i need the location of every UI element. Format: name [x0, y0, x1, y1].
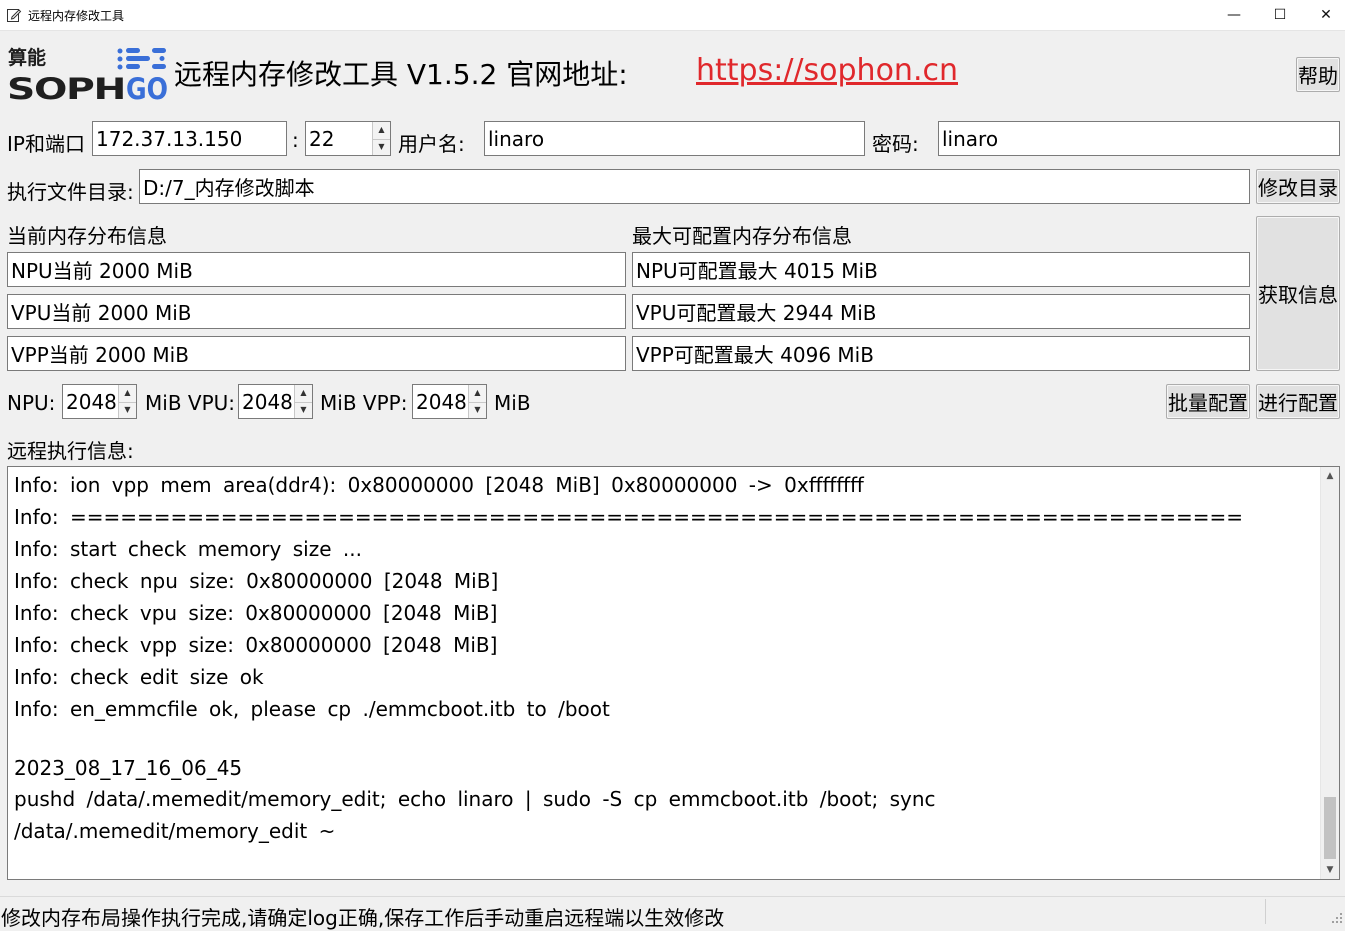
log-line: 2023_08_17_16_06_45 — [14, 756, 243, 780]
port-stepper[interactable]: 22 ▲ ▼ — [305, 121, 391, 156]
svg-text:GO: GO — [126, 72, 168, 102]
directory-input[interactable]: D:/7_内存修改脚本 — [139, 169, 1250, 204]
website-link[interactable]: https://sophon.cn — [696, 53, 958, 88]
svg-text:算能: 算能 — [8, 46, 46, 69]
current-memory-heading: 当前内存分布信息 — [7, 224, 167, 248]
vpu-stepper[interactable]: 2048 ▲ ▼ — [238, 384, 313, 419]
log-line: Info: check npu size: 0x80000000 [2048 M… — [14, 569, 499, 593]
scroll-down-icon[interactable]: ▼ — [1321, 861, 1339, 879]
directory-label: 执行文件目录: — [7, 180, 134, 204]
log-scrollbar[interactable]: ▲ ▼ — [1320, 467, 1339, 879]
title-bar: 远程内存修改工具 — ☐ ✕ — [0, 0, 1345, 31]
max-vpu-field: VPU可配置最大 2944 MiB — [632, 294, 1250, 329]
edit-icon — [7, 9, 22, 22]
close-button[interactable]: ✕ — [1303, 0, 1345, 30]
apply-config-button[interactable]: 进行配置 — [1256, 384, 1340, 419]
status-message: 修改内存布局操作执行完成,请确定log正确,保存工作后手动重启远程端以生效修改 — [1, 906, 725, 930]
vpu-config-label: MiB VPU: — [145, 391, 236, 415]
current-vpp-field: VPP当前 2000 MiB — [7, 336, 626, 371]
log-line: pushd /data/.memedit/memory_edit; echo l… — [14, 787, 936, 811]
port-value: 22 — [309, 126, 335, 151]
change-directory-button[interactable]: 修改目录 — [1256, 169, 1340, 204]
minimize-button[interactable]: — — [1211, 0, 1257, 30]
spin-up-icon[interactable]: ▲ — [119, 385, 136, 403]
status-bar: 修改内存布局操作执行完成,请确定log正确,保存工作后手动重启远程端以生效修改 — [0, 896, 1345, 930]
get-info-button[interactable]: 获取信息 — [1256, 216, 1340, 371]
batch-config-button[interactable]: 批量配置 — [1166, 384, 1250, 419]
port-colon: : — [292, 128, 299, 152]
vpp-config-label: MiB VPP: — [320, 391, 408, 415]
max-npu-field: NPU可配置最大 4015 MiB — [632, 252, 1250, 287]
log-output[interactable]: Info: ion vpp mem area(ddr4): 0x80000000… — [7, 466, 1340, 880]
ip-port-label: IP和端口 — [7, 132, 85, 156]
vpp-unit-label: MiB — [494, 391, 531, 415]
spin-down-icon[interactable]: ▼ — [295, 402, 312, 419]
npu-config-label: NPU: — [7, 391, 56, 415]
log-heading: 远程执行信息: — [7, 439, 134, 463]
spin-down-icon[interactable]: ▼ — [119, 402, 136, 419]
log-line: Info: check vpu size: 0x80000000 [2048 M… — [14, 601, 498, 625]
password-input[interactable]: linaro — [938, 121, 1340, 156]
spin-up-icon[interactable]: ▲ — [373, 122, 390, 140]
max-memory-heading: 最大可配置内存分布信息 — [632, 224, 852, 248]
password-label: 密码: — [872, 132, 919, 156]
spin-up-icon[interactable]: ▲ — [295, 385, 312, 403]
vpp-value: 2048 — [416, 389, 467, 414]
window-title: 远程内存修改工具 — [28, 9, 125, 23]
max-vpp-field: VPP可配置最大 4096 MiB — [632, 336, 1250, 371]
spin-down-icon[interactable]: ▼ — [373, 139, 390, 156]
log-line: Info: ion vpp mem area(ddr4): 0x80000000… — [14, 473, 864, 497]
ip-input[interactable]: 172.37.13.150 — [92, 121, 287, 156]
username-label: 用户名: — [398, 132, 465, 156]
resize-grip-icon[interactable] — [1331, 912, 1343, 924]
log-line: Info: en_emmcfile ok, please cp ./emmcbo… — [14, 697, 610, 721]
app-heading: 远程内存修改工具 V1.5.2 官网地址: — [174, 58, 628, 91]
username-input[interactable]: linaro — [484, 121, 865, 156]
svg-text:SOPH: SOPH — [7, 72, 125, 102]
spin-down-icon[interactable]: ▼ — [469, 402, 486, 419]
log-line: Info: ==================================… — [14, 505, 1243, 529]
scroll-thumb[interactable] — [1324, 797, 1336, 859]
npu-value: 2048 — [66, 389, 117, 414]
npu-stepper[interactable]: 2048 ▲ ▼ — [62, 384, 137, 419]
vpu-value: 2048 — [242, 389, 293, 414]
log-line: Info: check vpp size: 0x80000000 [2048 M… — [14, 633, 498, 657]
log-line: Info: start check memory size ... — [14, 537, 362, 561]
scroll-up-icon[interactable]: ▲ — [1321, 467, 1339, 485]
help-button[interactable]: 帮助 — [1296, 57, 1340, 92]
maximize-button[interactable]: ☐ — [1257, 0, 1303, 30]
log-line: /data/.memedit/memory_edit ~ — [14, 819, 336, 843]
vpp-stepper[interactable]: 2048 ▲ ▼ — [412, 384, 487, 419]
status-separator — [1265, 899, 1266, 924]
current-vpu-field: VPU当前 2000 MiB — [7, 294, 626, 329]
log-lines: Info: ion vpp mem area(ddr4): 0x80000000… — [14, 469, 1317, 847]
spin-up-icon[interactable]: ▲ — [469, 385, 486, 403]
log-line: Info: check edit size ok — [14, 665, 264, 689]
current-npu-field: NPU当前 2000 MiB — [7, 252, 626, 287]
sophgo-logo: 算能 SOPH GO — [7, 46, 168, 102]
